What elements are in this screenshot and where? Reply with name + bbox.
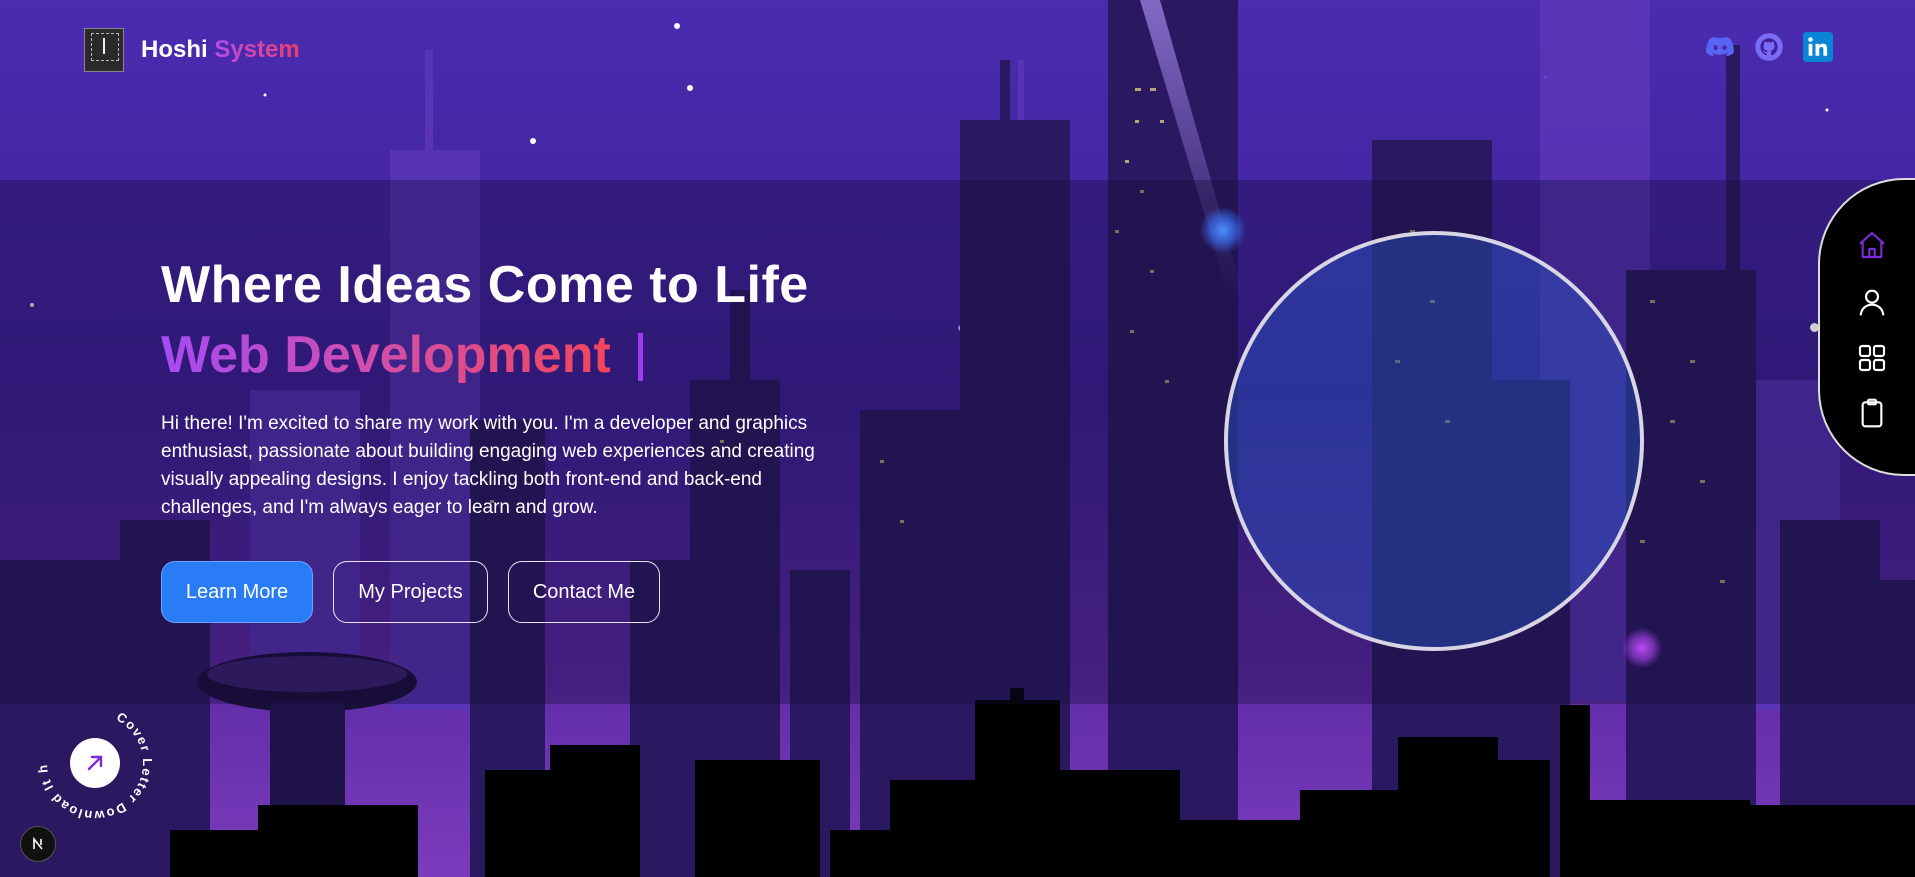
user-icon[interactable] [1856,286,1888,318]
chip-logo-icon[interactable] [84,28,124,72]
nextjs-dev-button[interactable] [20,826,56,862]
hero-description: Hi there! I'm excited to share my work w… [161,413,815,518]
discord-icon[interactable] [1705,32,1735,62]
home-icon[interactable] [1856,229,1888,261]
hero-title: Where Ideas Come to Life [161,256,809,314]
typing-caret [638,333,643,381]
grid-icon[interactable] [1856,342,1888,374]
linkedin-icon[interactable] [1803,32,1833,62]
brand-accent: System [214,36,300,63]
clipboard-icon[interactable] [1856,397,1888,429]
my-projects-button[interactable]: My Projects [333,561,488,623]
github-icon[interactable] [1754,32,1784,62]
contact-me-button[interactable]: Contact Me [508,561,660,623]
arrow-up-right-icon [87,755,103,771]
hero-circle-lens [1224,231,1644,651]
nextjs-icon [33,836,43,850]
blue-glow-orb [1200,207,1246,253]
top-header: Hoshi System [0,0,1915,100]
purple-glow-orb [1622,628,1662,668]
learn-more-button[interactable]: Learn More [161,561,313,623]
download-cover-letter-button[interactable] [70,738,120,788]
brand-name[interactable]: Hoshi System [141,36,300,64]
typed-text: Web Development [161,326,611,384]
side-navigation [1818,178,1915,476]
brand-main: Hoshi [141,36,208,63]
